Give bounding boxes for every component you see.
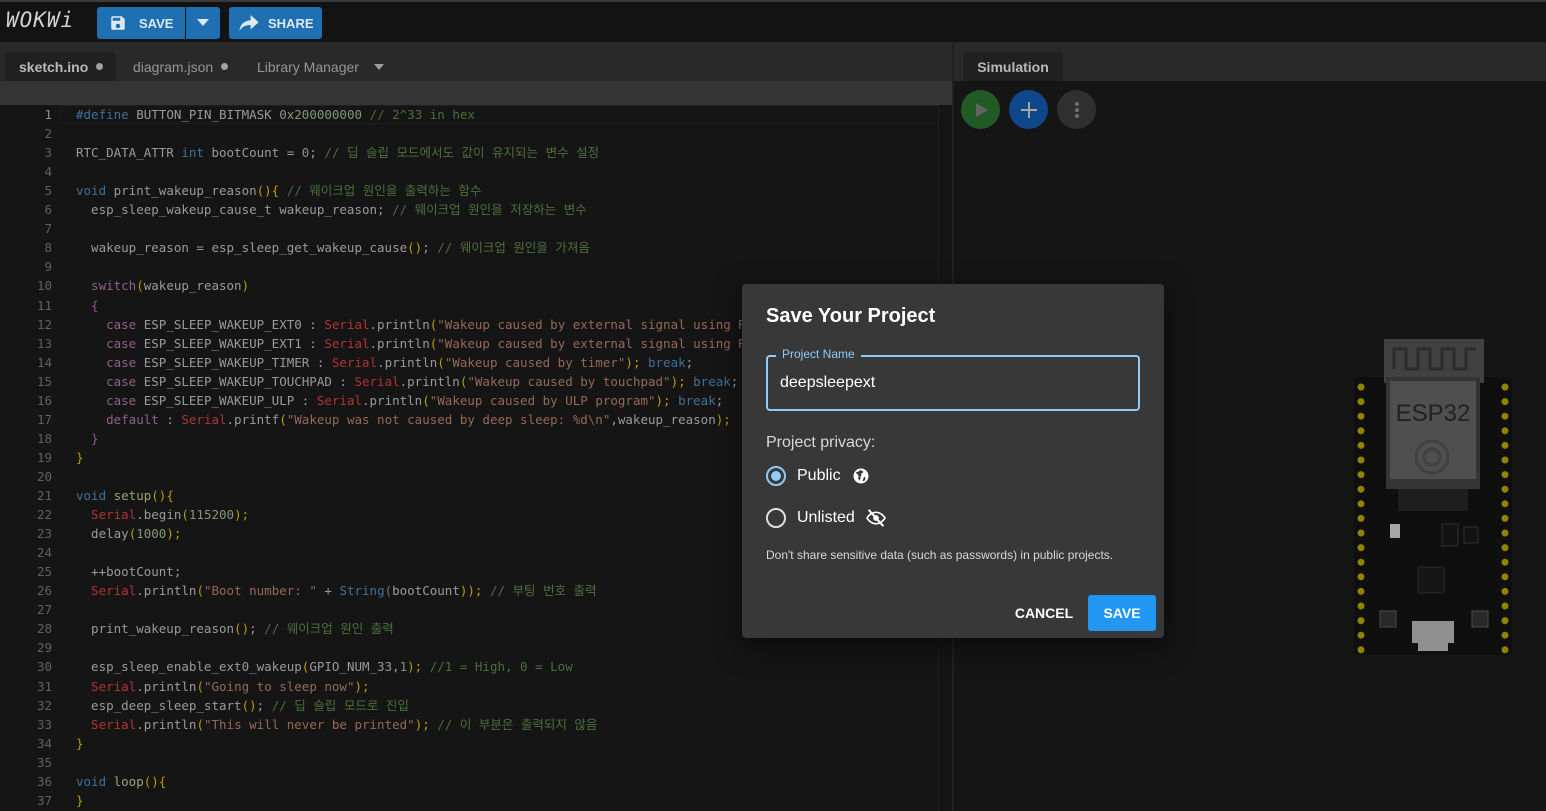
save-options-button[interactable] — [186, 7, 220, 39]
save-button[interactable]: SAVE — [97, 7, 185, 39]
radio-public[interactable] — [766, 466, 786, 486]
option-label: Public — [797, 467, 841, 484]
project-name-field[interactable]: Project Name — [766, 347, 1140, 411]
privacy-option-public[interactable]: Public — [766, 464, 870, 488]
cancel-button[interactable]: CANCEL — [1004, 595, 1084, 631]
share-arrow-icon — [239, 15, 259, 31]
share-button[interactable]: SHARE — [229, 7, 322, 39]
project-name-label: Project Name — [776, 347, 861, 361]
save-project-dialog: Save Your Project Project Name Project p… — [742, 284, 1164, 638]
wokwi-logo[interactable]: WOKWi — [6, 8, 74, 32]
top-bar: WOKWi SAVE SHARE — [0, 0, 1546, 42]
privacy-option-unlisted[interactable]: Unlisted — [766, 506, 886, 530]
save-button-label: SAVE — [139, 15, 174, 31]
privacy-warning: Don't share sensitive data (such as pass… — [766, 548, 1114, 562]
caret-down-icon — [197, 19, 209, 26]
floppy-disk-icon — [111, 16, 125, 30]
save-confirm-button[interactable]: SAVE — [1088, 595, 1156, 631]
eye-off-icon — [865, 509, 886, 527]
project-name-input[interactable] — [780, 374, 1120, 392]
globe-icon — [853, 468, 869, 484]
privacy-label: Project privacy: — [766, 434, 876, 451]
share-button-label: SHARE — [268, 15, 314, 31]
option-label: Unlisted — [797, 509, 855, 526]
radio-unlisted[interactable] — [766, 508, 786, 528]
dialog-title: Save Your Project — [766, 305, 936, 327]
